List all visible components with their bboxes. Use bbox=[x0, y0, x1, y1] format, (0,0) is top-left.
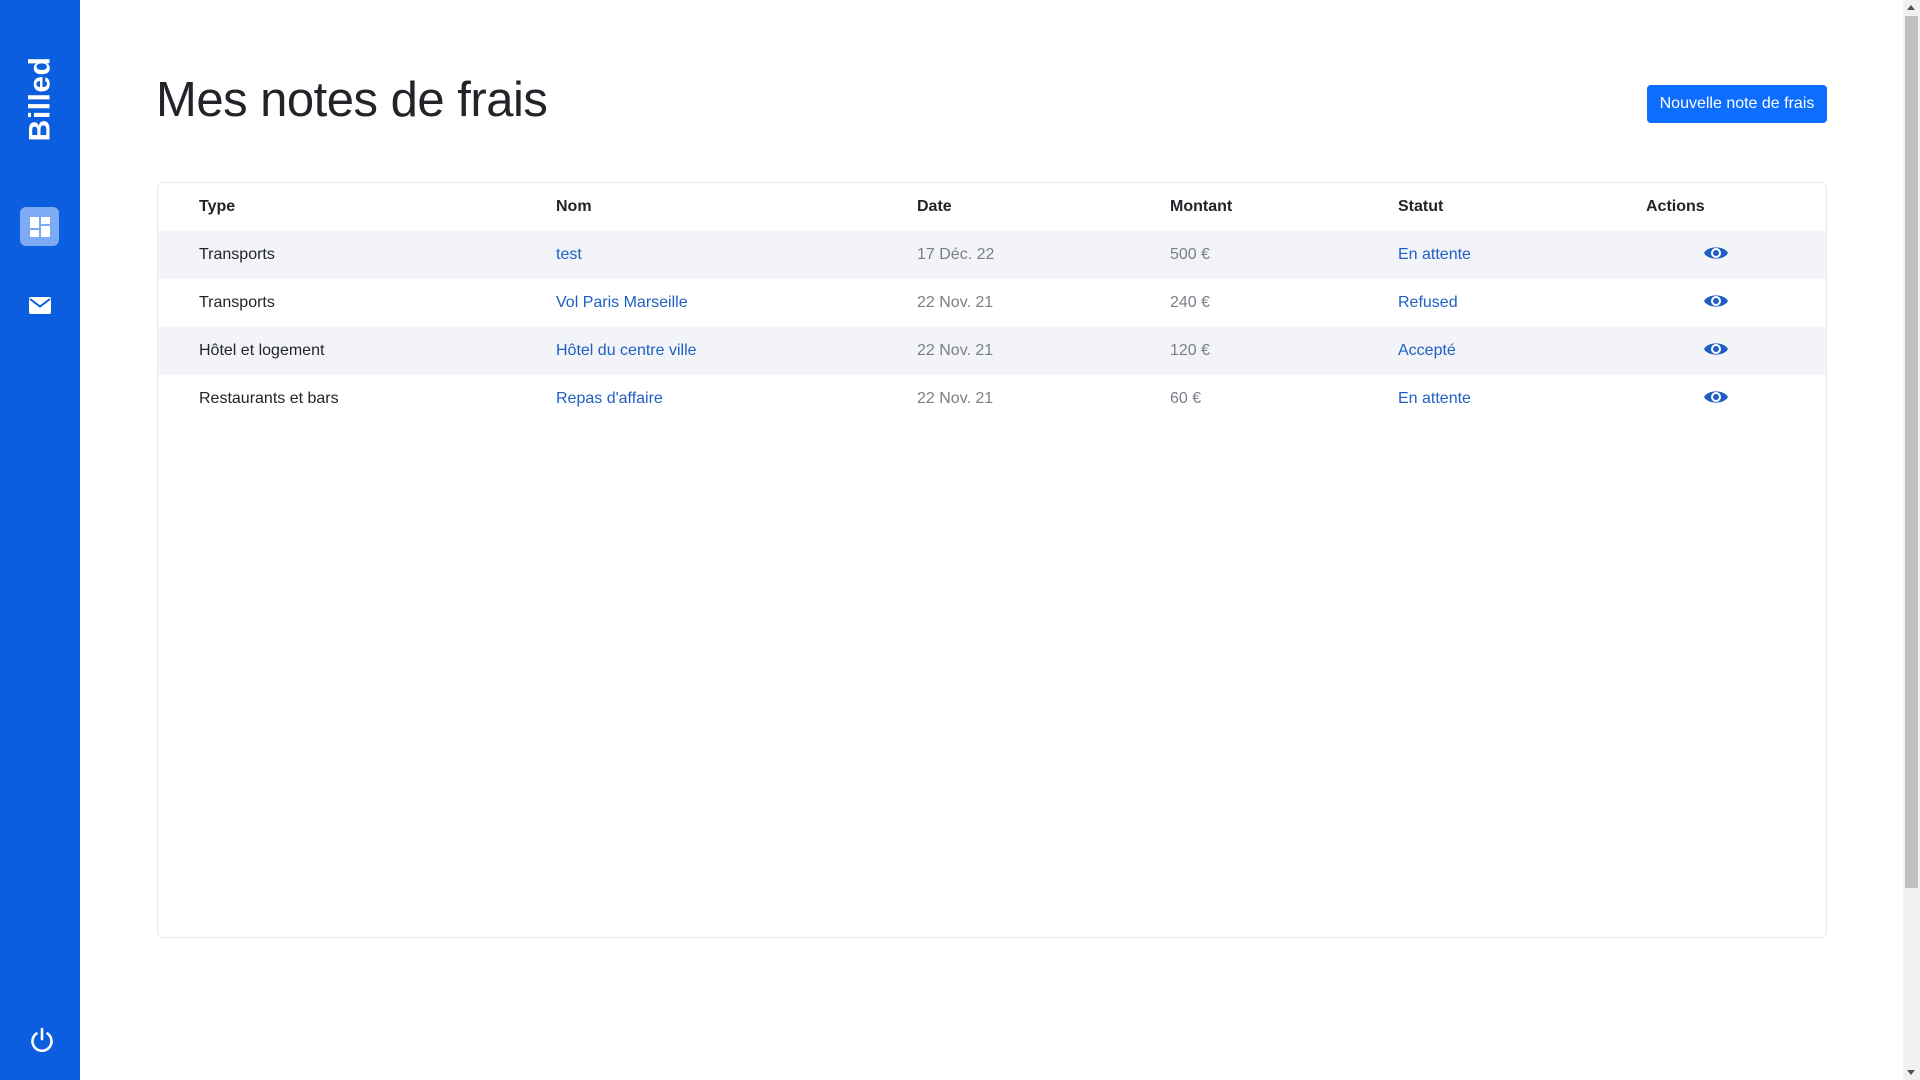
view-bill-button[interactable] bbox=[1703, 292, 1729, 310]
cell-amount: 240 € bbox=[1170, 294, 1211, 311]
cell-status: En attente bbox=[1398, 390, 1471, 407]
power-icon bbox=[31, 1027, 53, 1052]
cell-type: Restaurants et bars bbox=[199, 390, 339, 407]
table-body: Transports test 17 Déc. 22 500 € En atte… bbox=[158, 231, 1826, 423]
eye-icon bbox=[1704, 391, 1728, 403]
view-bill-button[interactable] bbox=[1703, 340, 1729, 358]
column-header-amount: Montant bbox=[1170, 198, 1233, 215]
cell-type: Transports bbox=[199, 246, 275, 263]
cell-date: 17 Déc. 22 bbox=[917, 246, 995, 263]
eye-icon bbox=[1704, 295, 1728, 307]
column-header-type: Type bbox=[199, 198, 236, 215]
cell-status: En attente bbox=[1398, 246, 1471, 263]
cell-name: test bbox=[556, 246, 582, 263]
scrollbar-thumb[interactable] bbox=[1905, 16, 1918, 888]
cell-actions bbox=[1646, 327, 1826, 375]
cell-amount: 120 € bbox=[1170, 342, 1211, 359]
table-row: Transports Vol Paris Marseille 22 Nov. 2… bbox=[158, 279, 1826, 327]
cell-actions bbox=[1646, 375, 1826, 423]
cell-actions bbox=[1646, 279, 1826, 327]
column-header-actions: Actions bbox=[1646, 198, 1705, 215]
table-row: Transports test 17 Déc. 22 500 € En atte… bbox=[158, 231, 1826, 279]
column-header-date: Date bbox=[917, 198, 952, 215]
brand-logo: Billed bbox=[22, 56, 58, 142]
sidebar: Billed bbox=[0, 0, 80, 1080]
table-row: Restaurants et bars Repas d'affaire 22 N… bbox=[158, 375, 1826, 423]
cell-name: Repas d'affaire bbox=[556, 390, 663, 407]
app: Billed Mes notes de frais Nouvelle note … bbox=[0, 0, 1920, 1080]
cell-status: Refused bbox=[1398, 294, 1458, 311]
bills-table: Type Nom Date Montant Statut Actions Tra… bbox=[158, 183, 1826, 423]
cell-date: 22 Nov. 21 bbox=[917, 390, 994, 407]
column-header-status: Statut bbox=[1398, 198, 1444, 215]
view-bill-button[interactable] bbox=[1703, 244, 1729, 262]
cell-date: 22 Nov. 21 bbox=[917, 294, 994, 311]
bills-table-card: Type Nom Date Montant Statut Actions Tra… bbox=[157, 182, 1827, 938]
brand-name: Billed bbox=[23, 56, 56, 142]
table-header-row: Type Nom Date Montant Statut Actions bbox=[158, 183, 1826, 231]
page-title: Mes notes de frais bbox=[156, 73, 548, 127]
sidebar-item-dashboard[interactable] bbox=[20, 207, 59, 246]
scroll-up-arrow-icon[interactable] bbox=[1907, 5, 1915, 10]
main-content: Mes notes de frais Nouvelle note de frai… bbox=[80, 0, 1903, 1080]
vertical-scrollbar[interactable] bbox=[1903, 0, 1920, 1080]
cell-amount: 60 € bbox=[1170, 390, 1202, 407]
eye-icon bbox=[1704, 247, 1728, 259]
cell-date: 22 Nov. 21 bbox=[917, 342, 994, 359]
sidebar-item-mail[interactable] bbox=[20, 286, 59, 325]
column-header-name: Nom bbox=[556, 198, 592, 215]
view-bill-button[interactable] bbox=[1703, 388, 1729, 406]
cell-type: Hôtel et logement bbox=[199, 342, 325, 359]
table-row: Hôtel et logement Hôtel du centre ville … bbox=[158, 327, 1826, 375]
new-bill-button[interactable]: Nouvelle note de frais bbox=[1647, 85, 1827, 123]
cell-amount: 500 € bbox=[1170, 246, 1211, 263]
logout-button[interactable] bbox=[22, 1020, 62, 1060]
dashboard-icon bbox=[29, 216, 50, 237]
cell-status: Accepté bbox=[1398, 342, 1456, 359]
scroll-down-arrow-icon[interactable] bbox=[1907, 1070, 1915, 1075]
table-header: Type Nom Date Montant Statut Actions bbox=[158, 183, 1826, 231]
cell-name: Hôtel du centre ville bbox=[556, 342, 697, 359]
cell-type: Transports bbox=[199, 294, 275, 311]
eye-icon bbox=[1704, 343, 1728, 355]
cell-actions bbox=[1646, 231, 1826, 279]
mail-icon bbox=[28, 297, 51, 314]
cell-name: Vol Paris Marseille bbox=[556, 294, 688, 311]
